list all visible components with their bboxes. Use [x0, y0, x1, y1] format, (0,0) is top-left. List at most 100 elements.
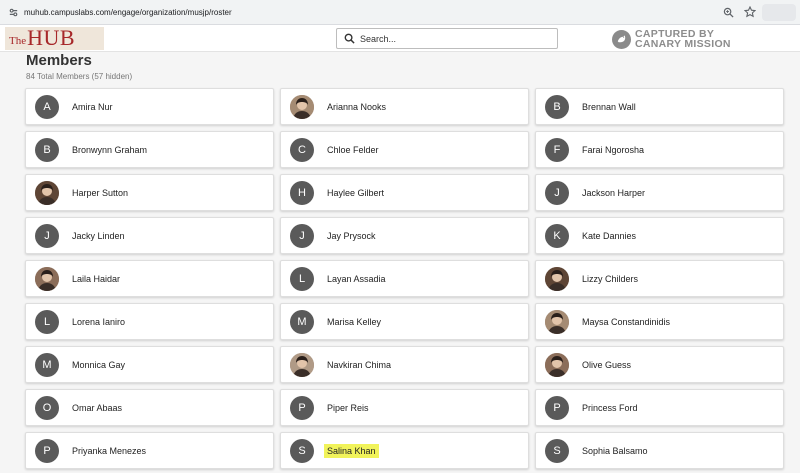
member-count: 84 Total Members (57 hidden) — [26, 72, 133, 81]
member-card[interactable]: Laila Haidar — [25, 260, 274, 297]
member-name: Marisa Kelley — [327, 316, 382, 327]
app-header: The HUB CAPTURED BY CANARY MISSION — [0, 25, 800, 52]
member-card[interactable]: J Jay Prysock — [280, 217, 529, 254]
member-initial-avatar: A — [35, 94, 59, 119]
member-name: Maysa Constandinidis — [582, 316, 671, 327]
member-card[interactable]: F Farai Ngorosha — [535, 131, 784, 168]
member-name: Laila Haidar — [72, 273, 121, 284]
address-bar[interactable]: muhub.campuslabs.com/engage/organization… — [24, 8, 722, 17]
member-initial-avatar: M — [35, 352, 59, 377]
member-photo-avatar — [35, 266, 59, 291]
search-input[interactable] — [360, 33, 550, 44]
member-initial-avatar: L — [35, 309, 59, 334]
member-name: Kate Dannies — [582, 230, 637, 241]
watermark-line-2: CANARY MISSION — [635, 38, 731, 50]
logo-the-text: The — [9, 35, 27, 47]
member-name: Arianna Nooks — [327, 101, 387, 112]
member-name: Monnica Gay — [72, 359, 126, 370]
zoom-icon[interactable] — [722, 6, 734, 18]
member-card[interactable]: Arianna Nooks — [280, 88, 529, 125]
member-grid: A Amira Nur Arianna Nooks B Brennan Wall B Bro… — [25, 88, 789, 469]
member-initial-avatar: P — [290, 395, 314, 420]
search-icon — [343, 33, 355, 45]
member-initial-avatar: S — [290, 438, 314, 463]
member-name: Omar Abaas — [72, 402, 123, 413]
member-initial-avatar: P — [545, 395, 569, 420]
member-photo-avatar — [290, 94, 314, 119]
member-card[interactable]: B Bronwynn Graham — [25, 131, 274, 168]
member-name: Amira Nur — [72, 101, 113, 112]
member-name: Jay Prysock — [327, 230, 376, 241]
member-initial-avatar: P — [35, 438, 59, 463]
member-initial-avatar: J — [35, 223, 59, 248]
member-name: Salina Khan — [324, 443, 379, 458]
member-card[interactable]: A Amira Nur — [25, 88, 274, 125]
member-photo-avatar — [290, 352, 314, 377]
member-initial-avatar: B — [545, 94, 569, 119]
member-name: Farai Ngorosha — [582, 144, 645, 155]
member-card[interactable]: C Chloe Felder — [280, 131, 529, 168]
member-name: Lizzy Childers — [582, 273, 639, 284]
member-initial-avatar: L — [290, 266, 314, 291]
member-name: Brennan Wall — [582, 101, 636, 112]
member-initial-avatar: O — [35, 395, 59, 420]
member-name: Jackson Harper — [582, 187, 646, 198]
member-initial-avatar: M — [290, 309, 314, 334]
member-photo-avatar — [545, 352, 569, 377]
member-card[interactable]: L Layan Assadia — [280, 260, 529, 297]
member-card[interactable]: L Lorena Ianiro — [25, 303, 274, 340]
member-initial-avatar: S — [545, 438, 569, 463]
member-photo-avatar — [545, 266, 569, 291]
member-name: Harper Sutton — [72, 187, 129, 198]
member-name: Chloe Felder — [327, 144, 379, 155]
canary-mission-watermark: CAPTURED BY CANARY MISSION — [612, 27, 731, 51]
the-hub-logo[interactable]: The HUB — [5, 27, 104, 50]
member-photo-avatar — [35, 180, 59, 205]
member-name: Layan Assadia — [327, 273, 386, 284]
member-name: Navkiran Chima — [327, 359, 392, 370]
member-initial-avatar: H — [290, 180, 314, 205]
canary-logo-icon — [612, 29, 631, 49]
member-card[interactable]: M Marisa Kelley — [280, 303, 529, 340]
search-box[interactable] — [336, 28, 558, 49]
member-card[interactable]: J Jackson Harper — [535, 174, 784, 211]
member-card[interactable]: S Sophia Balsamo — [535, 432, 784, 469]
member-card[interactable]: H Haylee Gilbert — [280, 174, 529, 211]
member-name: Princess Ford — [582, 402, 638, 413]
member-initial-avatar: F — [545, 137, 569, 162]
member-card[interactable]: P Piper Reis — [280, 389, 529, 426]
member-name: Sophia Balsamo — [582, 445, 648, 456]
member-name: Bronwynn Graham — [72, 144, 148, 155]
member-card[interactable]: Maysa Constandinidis — [535, 303, 784, 340]
member-name: Jacky Linden — [72, 230, 125, 241]
member-photo-avatar — [545, 309, 569, 334]
member-card[interactable]: K Kate Dannies — [535, 217, 784, 254]
member-name: Olive Guess — [582, 359, 632, 370]
member-name: Lorena Ianiro — [72, 316, 126, 327]
logo-hub-text: HUB — [27, 25, 76, 50]
member-card[interactable]: Navkiran Chima — [280, 346, 529, 383]
member-card[interactable]: Lizzy Childers — [535, 260, 784, 297]
browser-extension-area[interactable] — [762, 4, 796, 21]
page-title: Members — [26, 52, 92, 69]
member-card[interactable]: O Omar Abaas — [25, 389, 274, 426]
member-card[interactable]: S Salina Khan — [280, 432, 529, 469]
member-card[interactable]: P Priyanka Menezes — [25, 432, 274, 469]
member-initial-avatar: K — [545, 223, 569, 248]
member-name: Haylee Gilbert — [327, 187, 385, 198]
member-card[interactable]: Olive Guess — [535, 346, 784, 383]
member-initial-avatar: J — [545, 180, 569, 205]
member-initial-avatar: B — [35, 137, 59, 162]
bookmark-star-icon[interactable] — [744, 6, 756, 18]
site-info-icon[interactable] — [6, 5, 20, 19]
member-name: Piper Reis — [327, 402, 369, 413]
member-card[interactable]: M Monnica Gay — [25, 346, 274, 383]
member-card[interactable]: B Brennan Wall — [535, 88, 784, 125]
member-name: Priyanka Menezes — [72, 445, 147, 456]
member-initial-avatar: J — [290, 223, 314, 248]
member-card[interactable]: Harper Sutton — [25, 174, 274, 211]
member-card[interactable]: J Jacky Linden — [25, 217, 274, 254]
browser-toolbar: muhub.campuslabs.com/engage/organization… — [0, 0, 800, 25]
member-initial-avatar: C — [290, 137, 314, 162]
member-card[interactable]: P Princess Ford — [535, 389, 784, 426]
